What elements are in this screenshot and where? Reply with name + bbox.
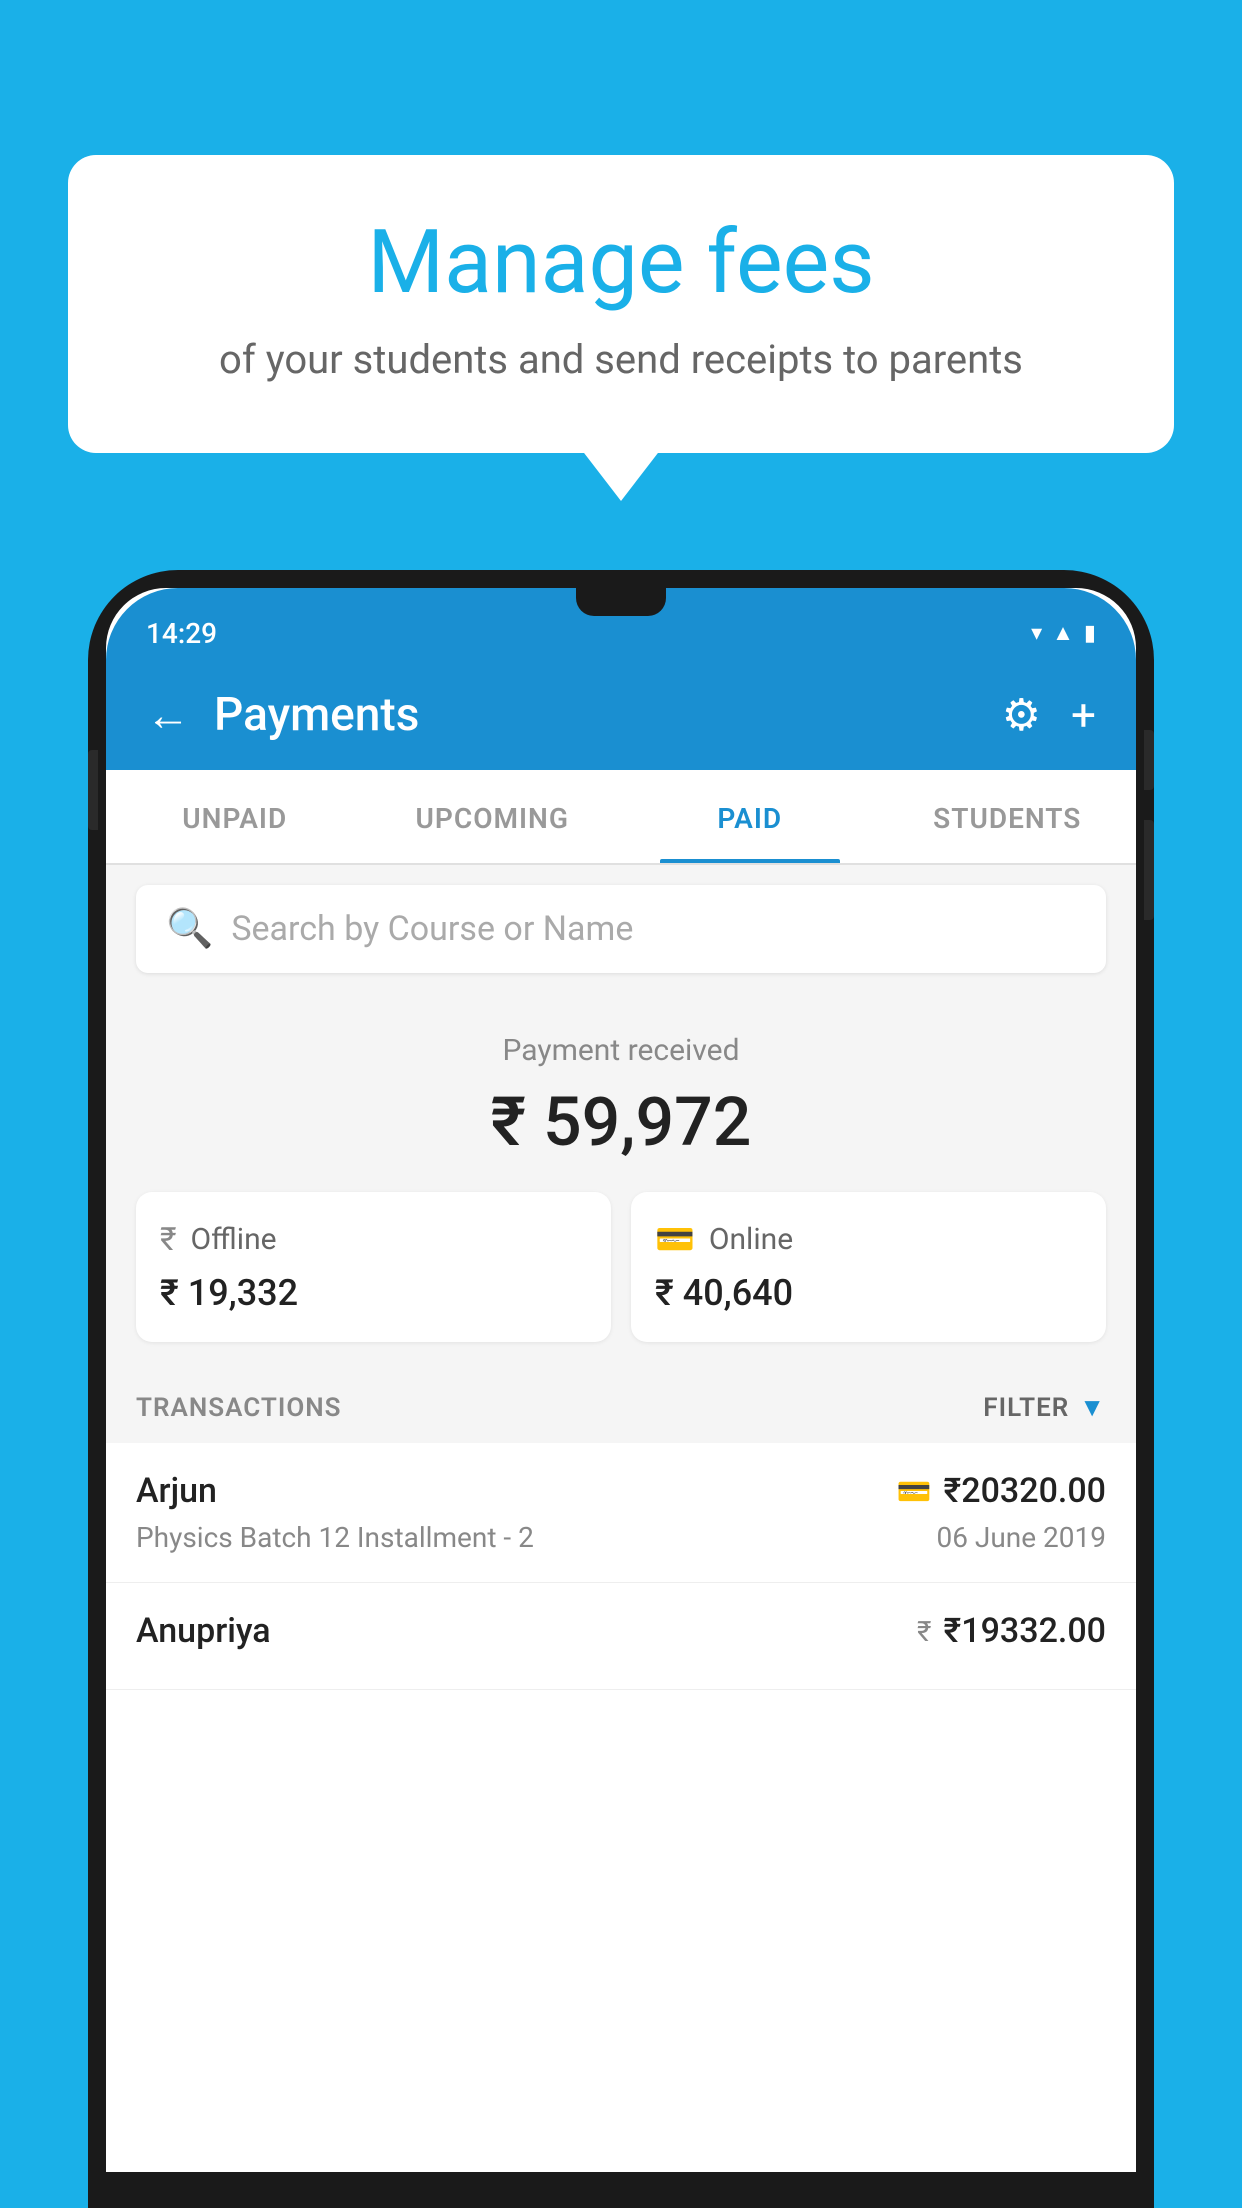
online-card-header: 💳 Online <box>655 1220 1082 1258</box>
filter-icon: ▼ <box>1079 1392 1106 1423</box>
search-input[interactable]: Search by Course or Name <box>231 909 633 949</box>
filter-button[interactable]: FILTER ▼ <box>983 1392 1106 1423</box>
transaction-bottom: Physics Batch 12 Installment - 2 06 June… <box>136 1521 1106 1554</box>
back-button[interactable]: ← <box>146 689 190 741</box>
transaction-row[interactable]: Anupriya ₹ ₹19332.00 <box>106 1583 1136 1690</box>
payment-total-amount: ₹ 59,972 <box>136 1082 1106 1162</box>
phone-volume-button <box>88 750 98 830</box>
bubble-title: Manage fees <box>148 215 1094 312</box>
transaction-amount: ₹20320.00 <box>944 1471 1106 1511</box>
settings-icon[interactable]: ⚙ <box>1002 689 1041 741</box>
signal-icon: ▲ <box>1052 620 1074 646</box>
status-icons: ▾ ▲ ▮ <box>1031 620 1096 646</box>
phone-notch <box>576 588 666 616</box>
transaction-top: Anupriya ₹ ₹19332.00 <box>136 1611 1106 1651</box>
header-title: Payments <box>214 688 419 742</box>
speech-bubble: Manage fees of your students and send re… <box>68 155 1174 453</box>
cash-icon: ₹ <box>160 1220 177 1258</box>
wifi-icon: ▾ <box>1031 621 1042 646</box>
bubble-subtitle: of your students and send receipts to pa… <box>148 336 1094 383</box>
transactions-label: TRANSACTIONS <box>136 1393 342 1423</box>
header-left: ← Payments <box>146 688 419 742</box>
card-icon: 💳 <box>655 1220 695 1258</box>
tabs-container: UNPAID UPCOMING PAID STUDENTS <box>106 770 1136 865</box>
payment-received-label: Payment received <box>136 1033 1106 1068</box>
add-icon[interactable]: + <box>1071 689 1096 741</box>
tab-unpaid[interactable]: UNPAID <box>106 770 364 863</box>
phone-frame: 14:29 ▾ ▲ ▮ ← Payments ⚙ + UNPAID UPCOMI… <box>88 570 1154 2208</box>
offline-label: Offline <box>191 1222 277 1257</box>
transaction-row[interactable]: Arjun 💳 ₹20320.00 Physics Batch 12 Insta… <box>106 1443 1136 1583</box>
transaction-top: Arjun 💳 ₹20320.00 <box>136 1471 1106 1511</box>
offline-card-header: ₹ Offline <box>160 1220 587 1258</box>
battery-icon: ▮ <box>1084 621 1096 646</box>
tab-upcoming[interactable]: UPCOMING <box>364 770 622 863</box>
card-payment-icon: 💳 <box>897 1475 932 1508</box>
search-container: 🔍 Search by Course or Name <box>106 865 1136 993</box>
offline-payment-card: ₹ Offline ₹ 19,332 <box>136 1192 611 1342</box>
speech-bubble-container: Manage fees of your students and send re… <box>68 155 1174 453</box>
phone-power-button <box>1144 730 1154 790</box>
transaction-amount-area: ₹ ₹19332.00 <box>917 1611 1106 1651</box>
transaction-course: Physics Batch 12 Installment - 2 <box>136 1521 534 1554</box>
transaction-name: Anupriya <box>136 1611 271 1651</box>
online-label: Online <box>709 1222 793 1257</box>
online-payment-card: 💳 Online ₹ 40,640 <box>631 1192 1106 1342</box>
search-icon: 🔍 <box>166 907 213 951</box>
phone-screen: 14:29 ▾ ▲ ▮ ← Payments ⚙ + UNPAID UPCOMI… <box>106 588 1136 2172</box>
status-time: 14:29 <box>146 617 217 650</box>
phone-side-button <box>1144 820 1154 920</box>
app-header: ← Payments ⚙ + <box>106 660 1136 770</box>
tab-students[interactable]: STUDENTS <box>879 770 1137 863</box>
header-right: ⚙ + <box>1002 689 1096 741</box>
search-bar[interactable]: 🔍 Search by Course or Name <box>136 885 1106 973</box>
online-amount: ₹ 40,640 <box>655 1272 1082 1314</box>
cash-payment-icon: ₹ <box>917 1615 931 1648</box>
offline-amount: ₹ 19,332 <box>160 1272 587 1314</box>
transaction-date: 06 June 2019 <box>936 1521 1106 1554</box>
payment-cards: ₹ Offline ₹ 19,332 💳 Online ₹ 40,640 <box>136 1192 1106 1342</box>
tab-paid[interactable]: PAID <box>621 770 879 863</box>
transaction-amount: ₹19332.00 <box>944 1611 1106 1651</box>
payment-summary: Payment received ₹ 59,972 ₹ Offline ₹ 19… <box>106 993 1136 1372</box>
transactions-header: TRANSACTIONS FILTER ▼ <box>106 1372 1136 1443</box>
transaction-amount-area: 💳 ₹20320.00 <box>897 1471 1106 1511</box>
filter-label: FILTER <box>983 1393 1069 1423</box>
transaction-name: Arjun <box>136 1471 217 1511</box>
